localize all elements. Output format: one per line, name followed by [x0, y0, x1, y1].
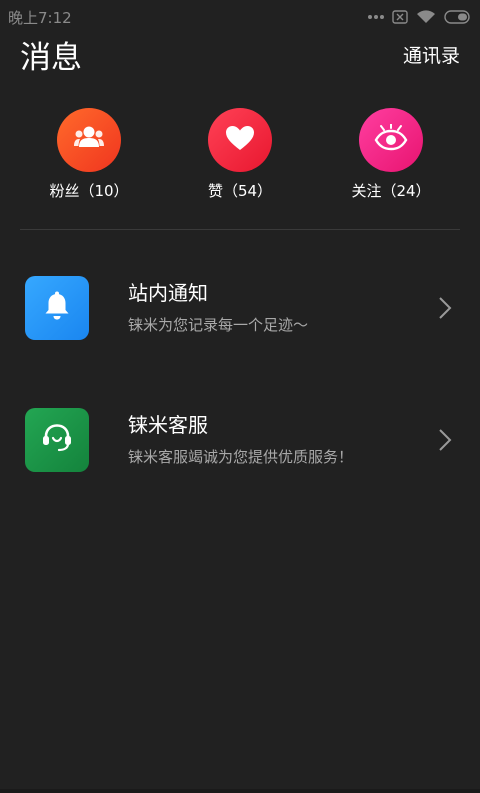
stat-fans[interactable]: 粉丝（10） — [29, 108, 149, 202]
headset-icon — [41, 423, 73, 457]
chevron-right-icon — [438, 428, 452, 456]
heart-icon — [225, 125, 255, 155]
stats-row: 粉丝（10） 赞（54） 关注（24） — [0, 108, 480, 208]
service-icon-tile — [25, 408, 89, 472]
more-dots-icon — [368, 14, 384, 20]
bell-icon — [43, 291, 71, 325]
wifi-icon — [416, 10, 436, 24]
contacts-button[interactable]: 通讯录 — [403, 44, 460, 68]
list-item-notice[interactable]: 站内通知 铼米为您记录每一个足迹～ — [0, 263, 480, 353]
notice-icon-tile — [25, 276, 89, 340]
divider — [20, 229, 460, 230]
battery-icon — [444, 10, 472, 24]
service-title: 铼米客服 — [128, 413, 208, 437]
status-icons — [368, 10, 472, 24]
stat-fans-label: 粉丝（10） — [49, 182, 129, 200]
notice-title: 站内通知 — [128, 281, 208, 305]
chevron-right-icon — [438, 296, 452, 324]
status-time: 晚上7:12 — [8, 8, 72, 27]
sim-off-icon — [392, 10, 408, 24]
bottom-edge — [0, 789, 480, 793]
notice-subtitle: 铼米为您记录每一个足迹～ — [128, 316, 309, 334]
stat-follow[interactable]: 关注（24） — [331, 108, 451, 202]
page-title: 消息 — [20, 40, 82, 76]
service-subtitle: 铼米客服竭诚为您提供优质服务！ — [128, 448, 354, 466]
stat-likes-label: 赞（54） — [207, 182, 273, 200]
stat-likes[interactable]: 赞（54） — [180, 108, 300, 202]
header: 消息 通讯录 — [0, 34, 480, 84]
list-item-service[interactable]: 铼米客服 铼米客服竭诚为您提供优质服务！ — [0, 395, 480, 485]
users-icon — [74, 125, 104, 155]
likes-badge — [208, 108, 272, 172]
fans-badge — [57, 108, 121, 172]
stat-follow-label: 关注（24） — [351, 182, 431, 200]
status-bar: 晚上7:12 — [0, 0, 480, 34]
follow-badge — [359, 108, 423, 172]
eye-icon — [374, 123, 408, 156]
messages-screen: 晚上7:12 消息 通讯录 粉丝（10） 赞（54） 关注（24） 站内通知 铼… — [0, 0, 480, 793]
